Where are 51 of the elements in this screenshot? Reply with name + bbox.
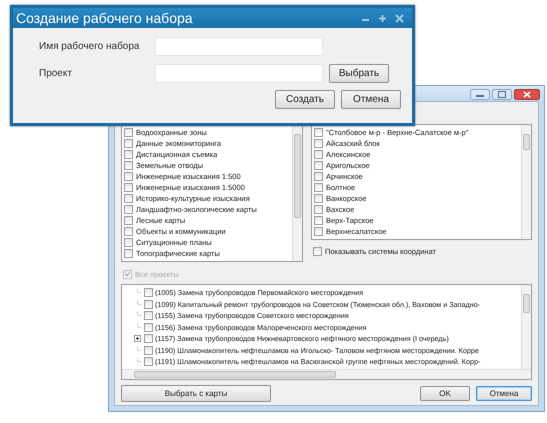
ok-button[interactable]: OK	[420, 386, 470, 401]
checkbox[interactable]	[144, 322, 153, 332]
checkbox[interactable]	[144, 334, 153, 344]
input-field[interactable]	[155, 36, 323, 56]
create-button[interactable]: Создать	[275, 90, 335, 109]
checkbox[interactable]	[124, 139, 133, 148]
checkbox[interactable]	[314, 172, 323, 181]
checkbox[interactable]	[124, 227, 133, 236]
checkbox[interactable]	[314, 139, 323, 148]
checkbox[interactable]	[124, 172, 133, 181]
close-icon[interactable]	[393, 13, 406, 23]
maximize-icon[interactable]	[492, 89, 512, 100]
cancel-button[interactable]: Отмена	[476, 386, 532, 401]
checkbox[interactable]	[314, 227, 323, 236]
scrollbar[interactable]	[521, 285, 531, 369]
checkbox[interactable]	[313, 247, 322, 256]
pick-on-map-button[interactable]: Выбрать с карты	[121, 385, 271, 402]
checkbox[interactable]	[124, 205, 133, 214]
scrollbar[interactable]	[521, 125, 531, 239]
checkbox[interactable]	[124, 249, 133, 258]
checkbox[interactable]	[314, 205, 323, 214]
checkbox[interactable]	[124, 216, 133, 225]
field-label: Имя рабочего набора	[39, 40, 140, 52]
expand-icon[interactable]	[134, 335, 140, 342]
plus-icon[interactable]	[376, 13, 389, 23]
choose-button[interactable]: Выбрать	[329, 64, 389, 82]
checkbox[interactable]	[124, 194, 133, 203]
window-title: Создание рабочего набора	[16, 10, 194, 26]
checkbox[interactable]	[144, 346, 153, 355]
checkbox[interactable]	[314, 194, 323, 203]
checkbox[interactable]	[314, 216, 323, 225]
checkbox[interactable]	[314, 183, 323, 192]
input-field[interactable]	[155, 64, 323, 82]
checkbox[interactable]	[144, 288, 153, 298]
checkbox[interactable]	[314, 150, 323, 159]
scrollbar[interactable]	[292, 125, 302, 261]
checkbox[interactable]	[144, 311, 153, 320]
close-icon[interactable]	[514, 89, 540, 100]
checkbox[interactable]	[314, 128, 323, 137]
checkbox[interactable]	[144, 357, 153, 366]
minimize-icon[interactable]	[470, 89, 490, 100]
checkbox[interactable]	[144, 300, 153, 309]
checkbox[interactable]	[124, 128, 133, 137]
checkbox[interactable]	[124, 150, 133, 159]
checkbox[interactable]	[124, 183, 133, 192]
cancel-button[interactable]: Отмена	[341, 90, 401, 109]
checkbox[interactable]	[124, 238, 133, 247]
scrollbar[interactable]	[122, 369, 531, 379]
checkbox[interactable]	[124, 161, 133, 170]
field-label: Проект	[39, 68, 73, 78]
checkbox[interactable]	[314, 161, 323, 170]
